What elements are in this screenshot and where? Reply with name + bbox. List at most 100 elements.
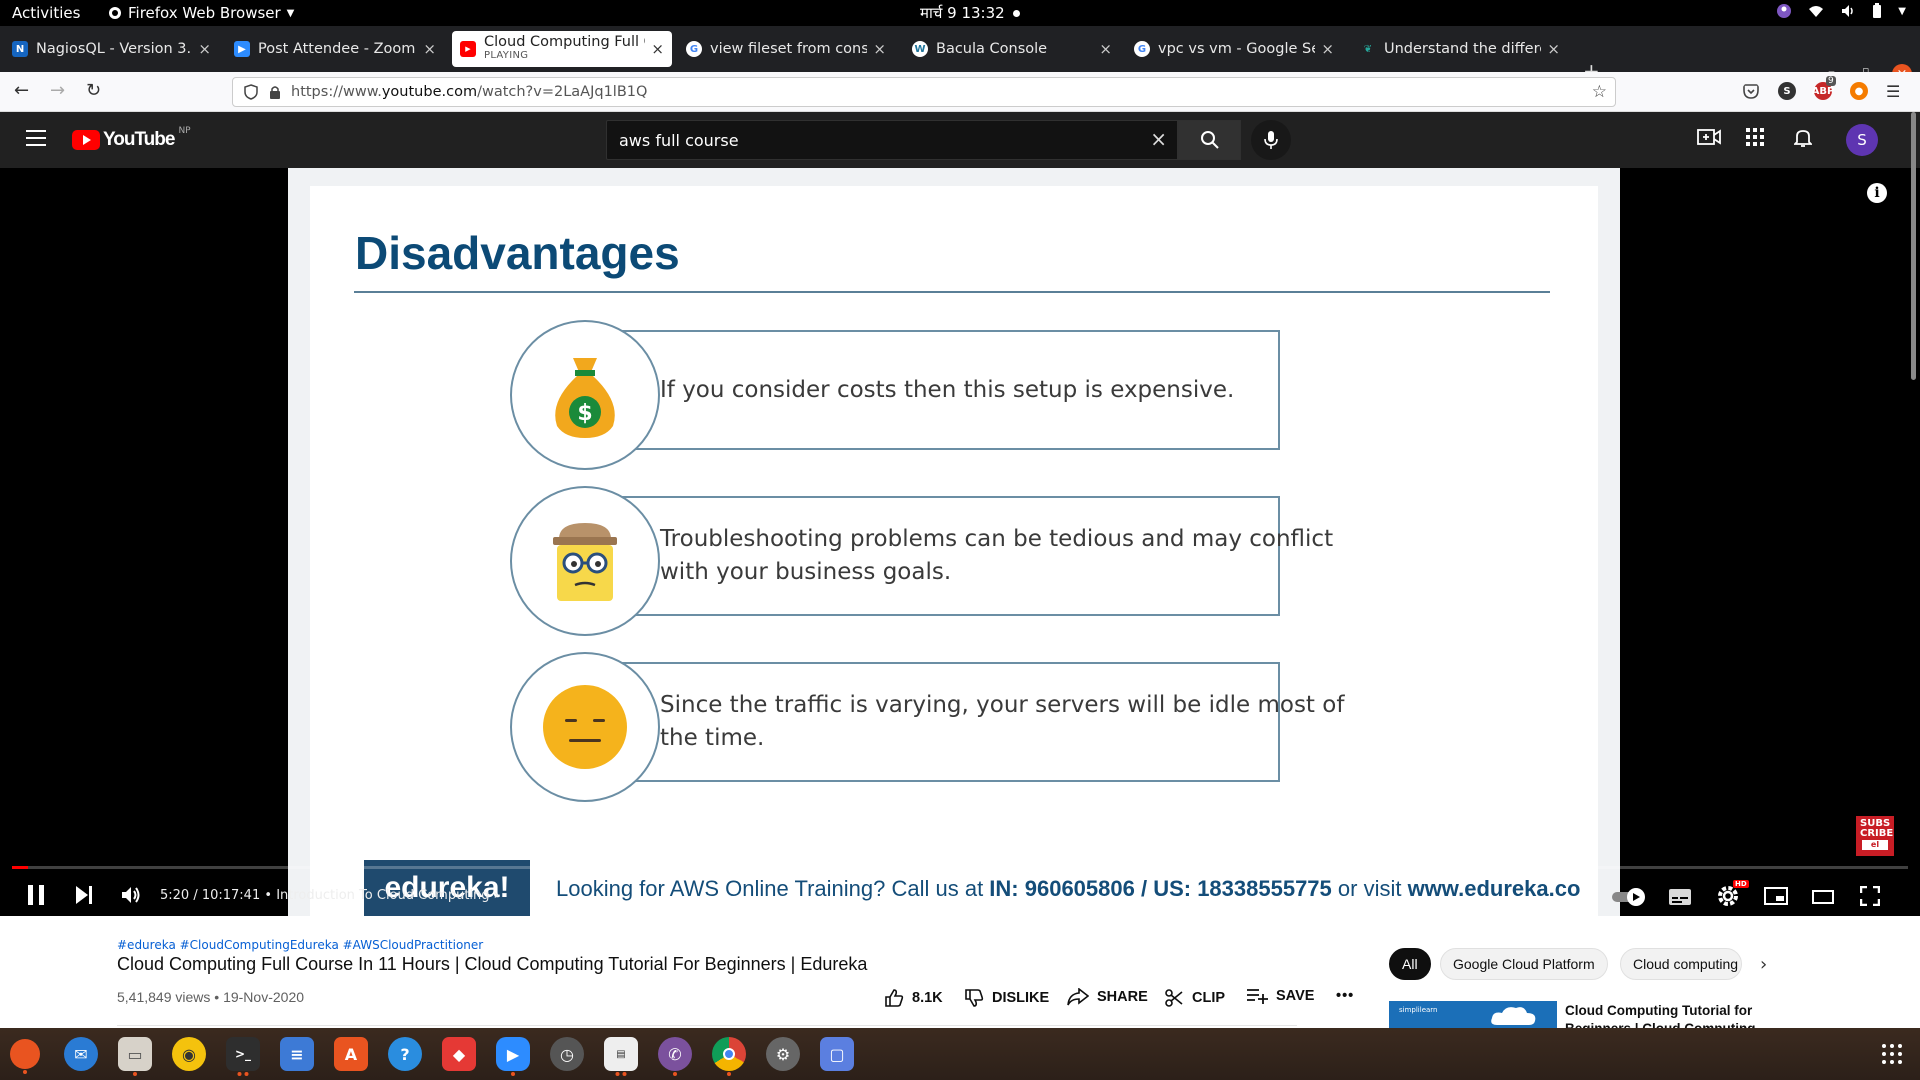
dock-zoom-icon[interactable]: ▶ [496, 1037, 530, 1076]
scrollbar-thumb[interactable] [1911, 112, 1916, 380]
forward-arrow-icon[interactable]: → [50, 80, 65, 101]
video-hashtags[interactable]: #edureka #CloudComputingEdureka #AWSClou… [117, 938, 483, 952]
dock-software-icon[interactable]: A [334, 1037, 368, 1071]
microphone-icon [1264, 131, 1278, 149]
tab-title: view fileset from console [710, 41, 868, 57]
dock-anydesk-icon[interactable]: ◆ [442, 1037, 476, 1071]
dock-writer-icon[interactable]: ≡ [280, 1037, 314, 1071]
player-controls: 5:20 / 10:17:41 • Introduction To Cloud … [0, 876, 1920, 916]
dock-screenshot-icon[interactable]: ▤ [604, 1037, 638, 1076]
system-tray[interactable]: ▼ [1776, 3, 1906, 19]
slide-divider [354, 291, 1550, 293]
url-bar[interactable]: https://www.youtube.com/watch?v=2LaAJq1l… [232, 77, 1616, 107]
slide: Disadvantages $ If you consider costs th… [310, 186, 1598, 916]
chip-google-cloud-platform[interactable]: Google Cloud Platform [1440, 948, 1608, 980]
guide-menu-icon[interactable] [26, 130, 46, 151]
dock-firefox-icon[interactable] [10, 1039, 40, 1074]
close-icon[interactable]: × [1547, 40, 1560, 58]
clip-button[interactable]: CLIP [1164, 988, 1225, 1008]
pocket-icon[interactable] [1742, 82, 1760, 100]
search-input[interactable]: aws full course × [606, 120, 1178, 160]
dock-terminal-icon[interactable]: >_ [226, 1037, 260, 1076]
apps-grid-icon[interactable] [1746, 128, 1764, 151]
bookmark-star-icon[interactable]: ☆ [1592, 82, 1607, 102]
tab-zoom[interactable]: ▶ Post Attendee - Zoom × [226, 30, 444, 68]
pause-icon[interactable] [26, 884, 46, 910]
search-button[interactable] [1178, 120, 1241, 160]
dock-clock-icon[interactable]: ◷ [550, 1037, 584, 1071]
settings-gear-icon[interactable] [1716, 884, 1740, 912]
tab-nagiosql[interactable]: N NagiosQL - Version 3.2.0 × [4, 30, 219, 68]
dock-rhythmbox-icon[interactable]: ◉ [172, 1037, 206, 1071]
close-icon[interactable]: × [651, 40, 664, 58]
dock-help-icon[interactable]: ? [388, 1037, 422, 1071]
page-scrollbar[interactable] [1908, 112, 1920, 1028]
theater-mode-icon[interactable] [1812, 889, 1834, 908]
chevron-right-icon[interactable]: › [1760, 954, 1767, 975]
running-indicator [727, 1072, 731, 1076]
tab-view-fileset[interactable]: G view fileset from console × [678, 30, 894, 68]
tab-vpc-vs-vm[interactable]: G vpc vs vm - Google Search × [1126, 30, 1342, 68]
info-icon[interactable]: i [1867, 183, 1887, 203]
clock[interactable]: मार्च 9 13:32 [920, 3, 1020, 23]
progress-bar[interactable] [12, 866, 1908, 869]
share-label: SHARE [1097, 989, 1148, 1005]
dock-chrome-icon[interactable] [712, 1037, 746, 1076]
create-video-icon[interactable] [1697, 128, 1721, 151]
dislike-button[interactable]: DISLIKE [964, 988, 1049, 1008]
share-button[interactable]: SHARE [1067, 988, 1148, 1006]
recommended-video-thumbnail[interactable]: simplilearn [1389, 1001, 1557, 1028]
tab-understand-difference[interactable]: ❦ Understand the difference × [1352, 30, 1568, 68]
dock-workspace-icon[interactable]: ▢ [820, 1037, 854, 1071]
clear-search-icon[interactable]: × [1150, 127, 1167, 151]
dock-settings-icon[interactable]: ⚙ [766, 1037, 800, 1071]
subtitles-icon[interactable] [1668, 888, 1692, 910]
user-status-icon [1777, 4, 1792, 18]
youtube-logo[interactable]: YouTube NP [72, 126, 191, 151]
recommended-video-title[interactable]: Cloud Computing Tutorial for Beginners |… [1565, 1002, 1795, 1028]
close-icon[interactable]: × [873, 40, 886, 58]
close-icon[interactable]: × [1321, 40, 1334, 58]
close-icon[interactable]: × [423, 40, 436, 58]
extension-orange-icon[interactable]: ● [1850, 82, 1868, 100]
more-actions-icon[interactable]: ••• [1336, 988, 1354, 1004]
chip-all[interactable]: All [1389, 948, 1431, 980]
dock-files-icon[interactable]: ▭ [118, 1037, 152, 1076]
like-button[interactable]: 8.1K [884, 988, 943, 1008]
autoplay-toggle[interactable] [1612, 888, 1648, 910]
subscribe-watermark[interactable]: SUBS CRIBE el [1856, 816, 1894, 856]
dock-thunderbird-icon[interactable]: ✉ [64, 1037, 98, 1071]
tracking-shield-icon[interactable] [243, 84, 259, 100]
save-button[interactable]: SAVE [1246, 988, 1314, 1004]
extension-s-icon[interactable]: S [1778, 82, 1796, 100]
fullscreen-icon[interactable] [1859, 885, 1881, 910]
hamburger-menu-icon[interactable]: ☰ [1886, 82, 1900, 101]
close-icon[interactable]: × [198, 40, 211, 58]
voice-search-button[interactable] [1251, 120, 1291, 160]
video-player[interactable]: Disadvantages $ If you consider costs th… [0, 168, 1920, 916]
tab-youtube-active[interactable]: ▶ Cloud Computing Full Course In 11 Hour… [452, 31, 672, 67]
miniplayer-icon[interactable] [1764, 887, 1788, 909]
app-menu[interactable]: Firefox Web Browser ▼ [108, 4, 294, 22]
notifications-bell-icon[interactable] [1792, 128, 1814, 153]
lock-icon[interactable] [269, 85, 281, 99]
volume-icon[interactable] [120, 884, 142, 910]
chip-cloud-computing[interactable]: Cloud computing [1620, 948, 1742, 980]
back-arrow-icon[interactable]: ← [14, 80, 29, 101]
avatar[interactable]: S [1846, 124, 1878, 156]
dock-viber-icon[interactable]: ✆ [658, 1037, 692, 1076]
reload-icon[interactable]: ↻ [86, 80, 101, 101]
like-count: 8.1K [912, 990, 943, 1006]
subscribe-sub-label: el [1862, 840, 1888, 850]
chapter-title[interactable]: Introduction To Cloud Computing [276, 888, 489, 903]
activities-button[interactable]: Activities [12, 4, 80, 22]
thumbs-down-icon [965, 989, 984, 1007]
tab-bacula-console[interactable]: W Bacula Console × [904, 30, 1120, 68]
point-text: Since the traffic is varying, your serve… [660, 692, 1345, 751]
progress-fill [12, 866, 29, 869]
tab-title-wrap: Cloud Computing Full Course In 11 Hours … [484, 35, 645, 63]
show-applications-icon[interactable] [1882, 1044, 1902, 1064]
next-video-icon[interactable] [74, 884, 94, 910]
close-icon[interactable]: × [1099, 40, 1112, 58]
search-icon [1200, 131, 1219, 149]
